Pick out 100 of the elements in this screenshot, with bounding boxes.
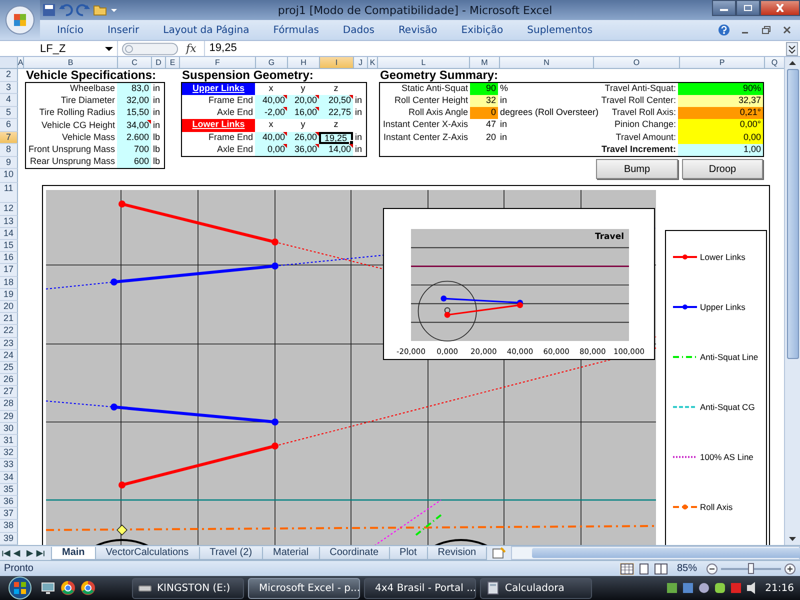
row-header[interactable]: 39 [0, 532, 18, 545]
column-header[interactable]: P [680, 57, 765, 70]
restore-button[interactable] [736, 0, 760, 16]
row-header[interactable]: 21 [0, 313, 18, 326]
row-header[interactable]: 20 [0, 300, 18, 314]
ribbon-tab[interactable]: Dados [332, 21, 386, 39]
fill-handle[interactable] [349, 140, 354, 145]
row-header[interactable]: 33 [0, 459, 18, 472]
column-header[interactable]: H [288, 57, 320, 70]
row-header[interactable]: 37 [0, 508, 18, 520]
input-cell[interactable]: 40,00 [255, 95, 287, 108]
input-cell[interactable]: 34,00 [117, 120, 151, 132]
ribbon-tab[interactable]: Layout da Página [152, 21, 260, 39]
column-header[interactable]: K [368, 57, 378, 70]
scrollbar-thumb[interactable] [786, 69, 798, 360]
save-icon[interactable] [42, 3, 56, 17]
macro-button[interactable]: Droop [682, 158, 763, 180]
row-header[interactable]: 36 [0, 496, 18, 508]
row-header[interactable]: 16 [0, 252, 18, 264]
row-header[interactable]: 27 [0, 386, 18, 398]
column-header[interactable]: G [256, 57, 288, 70]
row-header[interactable]: 3 [0, 82, 18, 94]
row-header[interactable]: 30 [0, 422, 18, 436]
input-cell[interactable]: 14,00 [319, 144, 353, 156]
folder-icon[interactable] [93, 3, 107, 17]
sheet-tab[interactable]: Material [262, 546, 320, 560]
insert-function-button[interactable]: fx [182, 42, 200, 56]
input-cell[interactable]: 20,00 [287, 95, 319, 108]
row-header[interactable]: 6 [0, 119, 18, 132]
monitor-icon[interactable] [40, 580, 56, 596]
row-header[interactable]: 17 [0, 264, 18, 277]
zoom-slider-thumb[interactable] [748, 562, 754, 574]
column-header[interactable]: N [500, 57, 594, 70]
row-header[interactable]: 22 [0, 325, 18, 338]
input-cell[interactable]: 22,75 [319, 107, 353, 120]
row-header[interactable]: 24 [0, 350, 18, 362]
taskbar-button[interactable]: 4x4 Brasil - Portal ... [364, 578, 476, 598]
row-header[interactable]: 25 [0, 362, 18, 374]
vertical-scrollbar[interactable] [784, 57, 800, 546]
input-cell[interactable]: 700 [117, 144, 151, 156]
row-header[interactable]: 35 [0, 484, 18, 496]
ribbon-tab[interactable]: Exibição [450, 21, 514, 39]
input-cell[interactable]: -2,00 [255, 107, 287, 120]
sheet-tab[interactable]: Main [51, 546, 96, 560]
sheet-tab[interactable]: Plot [388, 546, 428, 560]
input-cell[interactable]: 26,00 [287, 132, 319, 144]
row-header[interactable]: 2 [0, 69, 18, 82]
column-header[interactable]: D [152, 57, 166, 70]
zoom-level[interactable]: 85% [676, 563, 697, 574]
comment-marker[interactable] [349, 144, 353, 148]
scrollbar-thumb[interactable] [532, 548, 800, 558]
sheet-tab[interactable]: VectorCalculations [94, 546, 200, 560]
column-header[interactable]: M [470, 57, 500, 70]
row-header[interactable]: 14 [0, 228, 18, 240]
row-header[interactable]: 23 [0, 338, 18, 350]
sheet-tab[interactable]: Travel (2) [198, 546, 264, 560]
row-header[interactable]: 28 [0, 398, 18, 411]
horizontal-scrollbar[interactable] [511, 546, 800, 560]
column-header[interactable]: A [18, 57, 24, 70]
column-header[interactable]: Q [765, 57, 784, 70]
taskbar-button[interactable]: KINGSTON (E:) [132, 578, 244, 598]
macro-button[interactable]: Bump [596, 158, 678, 180]
input-cell[interactable]: 32,00 [117, 95, 151, 108]
row-header[interactable]: 38 [0, 520, 18, 533]
row-header[interactable]: 13 [0, 216, 18, 228]
browser-icon[interactable] [60, 580, 76, 596]
office-button[interactable] [0, 0, 40, 40]
row-header[interactable]: 4 [0, 94, 18, 107]
column-header[interactable]: J [354, 57, 368, 70]
comment-marker[interactable] [349, 95, 353, 100]
zoom-in-icon[interactable] [784, 562, 796, 575]
input-cell[interactable]: 83,0 [117, 82, 151, 96]
page-break-icon[interactable] [654, 562, 668, 575]
restore-icon[interactable] [760, 24, 772, 36]
column-header[interactable]: C [118, 57, 152, 70]
sheet-tab[interactable]: Revision [426, 546, 488, 560]
row-header[interactable]: 19 [0, 288, 18, 301]
column-header[interactable]: B [24, 57, 118, 70]
taskbar-button[interactable]: Microsoft Excel - p... [248, 578, 360, 598]
ribbon-tab[interactable]: Fórmulas [262, 21, 330, 39]
row-header[interactable]: 9 [0, 156, 18, 170]
sheet-tab[interactable]: Coordinate [318, 546, 390, 560]
row-header[interactable]: 10 [0, 169, 18, 184]
input-cell[interactable]: 0,00 [255, 144, 287, 156]
input-cell[interactable]: 20,50 [319, 95, 353, 108]
taskbar-button[interactable]: Calculadora [480, 578, 592, 598]
page-layout-icon[interactable] [636, 562, 651, 575]
column-header[interactable]: I [320, 57, 354, 70]
column-header[interactable]: F [180, 57, 256, 70]
caret-icon[interactable] [110, 6, 118, 14]
row-header[interactable]: 5 [0, 106, 18, 120]
row-header[interactable]: 26 [0, 374, 18, 386]
ribbon-tab[interactable]: Suplementos [516, 21, 604, 39]
input-cell[interactable]: 16,00 [287, 107, 319, 120]
input-cell[interactable]: 600 [117, 156, 151, 168]
column-header[interactable]: L [378, 57, 470, 70]
minimize-button[interactable] [712, 0, 736, 16]
row-header[interactable]: 8 [0, 144, 18, 157]
name-box[interactable]: LF_Z [0, 41, 118, 56]
row-header[interactable]: 29 [0, 410, 18, 423]
